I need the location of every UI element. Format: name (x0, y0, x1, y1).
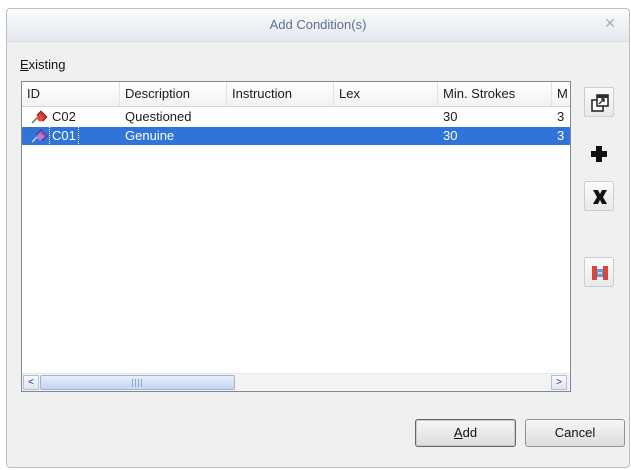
properties-icon (591, 94, 609, 112)
existing-label: Existing (20, 57, 66, 72)
list-header: ID Description Instruction Lex Min. Stro… (22, 82, 570, 107)
row-lex (334, 127, 438, 145)
close-icon[interactable]: ✕ (601, 14, 619, 32)
row-id: C02 (52, 109, 76, 124)
row-m: 3 (557, 109, 565, 124)
compare-button[interactable] (584, 257, 614, 287)
row-instruction (227, 108, 334, 126)
column-header-instruction[interactable]: Instruction (227, 82, 334, 106)
add-condition-button[interactable] (584, 139, 614, 169)
title-bar[interactable]: Add Condition(s) ✕ (7, 9, 629, 42)
delete-condition-button[interactable] (584, 181, 614, 211)
pushpin-icon (31, 129, 48, 143)
scroll-right-button[interactable]: > (551, 375, 567, 390)
conditions-list[interactable]: ID Description Instruction Lex Min. Stro… (21, 81, 571, 392)
row-instruction (227, 127, 334, 145)
row-m: 3 (557, 128, 565, 143)
scroll-left-button[interactable]: < (23, 375, 39, 390)
add-button-rest: dd (462, 425, 478, 440)
add-icon (591, 146, 607, 162)
row-lex (334, 108, 438, 126)
row-min-strokes: 30 (443, 109, 458, 124)
row-min-strokes: 30 (443, 128, 458, 143)
pushpin-icon (31, 110, 48, 124)
column-header-description[interactable]: Description (120, 82, 227, 106)
cancel-button[interactable]: Cancel (525, 419, 625, 447)
column-header-m[interactable]: M (552, 82, 570, 106)
column-header-lex[interactable]: Lex (334, 82, 438, 106)
properties-button[interactable] (584, 87, 614, 117)
add-button[interactable]: Add (415, 419, 516, 447)
existing-label-rest: xisting (28, 57, 66, 72)
scroll-thumb-grip (132, 379, 144, 387)
add-button-mnemonic: A (453, 425, 463, 440)
table-row-selected[interactable]: C01 Genuine 30 3 (22, 126, 570, 146)
existing-label-mnemonic: E (20, 57, 29, 72)
column-header-min-strokes[interactable]: Min. Strokes (438, 82, 552, 106)
horizontal-scrollbar[interactable]: < > (22, 373, 570, 391)
compare-icon (592, 266, 608, 280)
row-description: Questioned (125, 109, 192, 124)
column-header-id[interactable]: ID (22, 82, 120, 106)
dialog-title: Add Condition(s) (269, 17, 367, 32)
row-id: C01 (49, 126, 79, 146)
row-description: Genuine (125, 128, 175, 143)
scroll-thumb[interactable] (40, 375, 235, 390)
table-row[interactable]: C02 Questioned 30 3 (22, 108, 570, 126)
delete-icon (593, 190, 607, 204)
